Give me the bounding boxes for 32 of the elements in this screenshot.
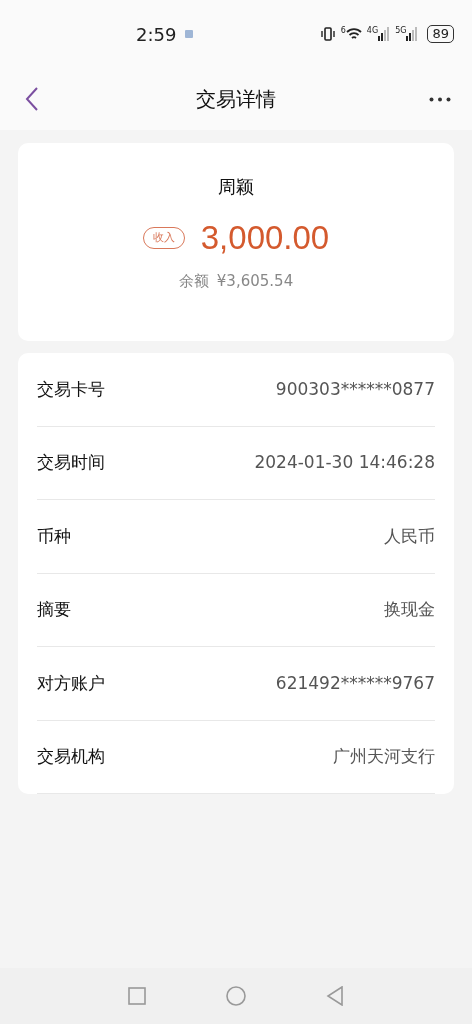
- detail-label: 摘要: [37, 598, 71, 621]
- detail-value: 900303******0877: [275, 377, 435, 401]
- detail-label: 交易卡号: [37, 377, 105, 401]
- wifi-label: 6: [340, 27, 346, 35]
- notification-icon: [184, 29, 195, 39]
- detail-value: 621492******9767: [275, 671, 435, 695]
- amount: 3,000.00: [200, 218, 330, 258]
- recent-apps-icon[interactable]: [128, 987, 146, 1005]
- payer-name: 周颖: [218, 175, 254, 199]
- wifi-icon: [345, 27, 362, 41]
- detail-label: 对方账户: [37, 671, 105, 695]
- page-title: 交易详情: [196, 86, 276, 113]
- detail-value: 人民币: [384, 524, 435, 548]
- back-icon: [25, 86, 39, 112]
- status-time: 2:59: [136, 22, 177, 47]
- detail-value: 换现金: [384, 598, 435, 621]
- network-label: 5G: [395, 27, 407, 35]
- battery-indicator: 89: [427, 25, 454, 43]
- signal-icon: [378, 27, 391, 41]
- vibrate-icon: [319, 26, 336, 42]
- detail-value: 2024-01-30 14:46:28: [254, 451, 435, 474]
- balance-label: 余额: [178, 271, 209, 292]
- network-label: 4G: [366, 27, 379, 35]
- more-icon: [429, 96, 451, 102]
- detail-value: 广州天河支行: [333, 745, 435, 768]
- detail-label: 交易时间: [37, 451, 105, 474]
- signal-icon: [406, 27, 419, 41]
- back-nav-icon[interactable]: [326, 986, 344, 1006]
- detail-label: 交易机构: [37, 745, 105, 768]
- detail-label: 币种: [37, 524, 71, 548]
- home-icon[interactable]: [226, 986, 246, 1006]
- balance-value: ¥3,605.54: [216, 271, 294, 292]
